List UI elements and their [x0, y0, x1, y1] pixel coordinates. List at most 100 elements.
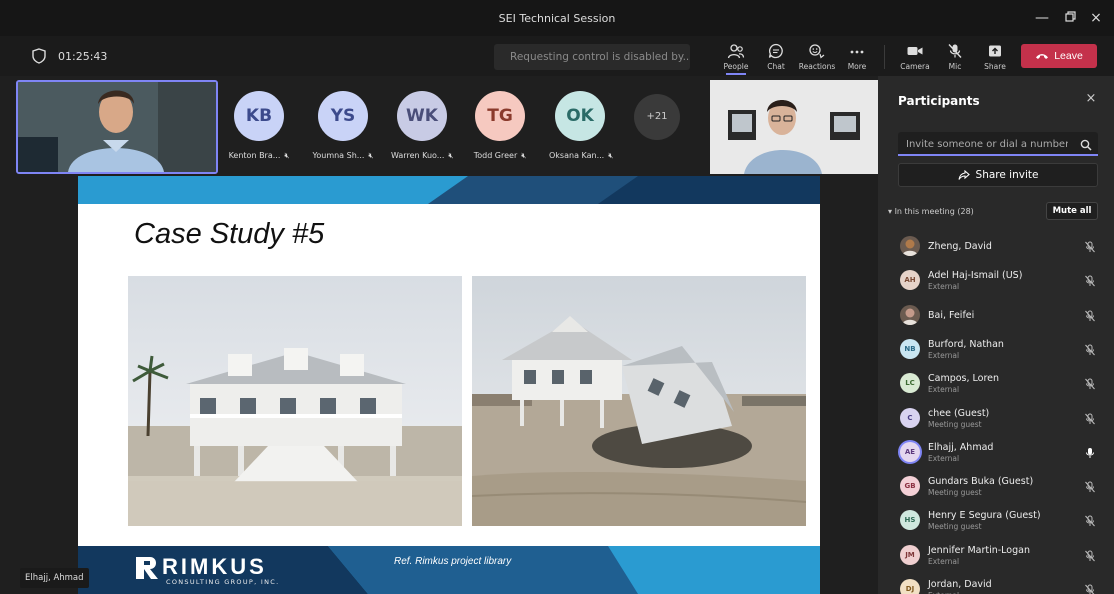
participant-role: Meeting guest — [928, 488, 982, 498]
mic-off-icon — [1084, 410, 1096, 429]
share-invite-button[interactable]: Share invite — [898, 163, 1098, 187]
participant-row[interactable]: NB Burford, Nathan External — [878, 333, 1114, 367]
participant-role: External — [928, 350, 960, 360]
participant-row[interactable]: AH Adel Haj-Ismail (US) External — [878, 264, 1114, 298]
participant-row[interactable]: HS Henry E Segura (Guest) Meeting guest — [878, 504, 1114, 538]
share-button[interactable]: Share — [975, 40, 1015, 74]
toolbar-divider — [884, 45, 885, 69]
mic-on-icon — [1084, 444, 1096, 463]
speaker-video-tile[interactable] — [710, 80, 878, 174]
leave-label: Leave — [1054, 50, 1083, 62]
participant-role: External — [928, 282, 960, 292]
maximize-button[interactable] — [1060, 8, 1080, 28]
avatar: JM — [900, 544, 920, 565]
mic-off-icon — [1084, 547, 1096, 566]
close-panel-button[interactable]: × — [1082, 90, 1100, 108]
participant-name: Bai, Feifei — [928, 309, 975, 321]
participants-panel: Participants × Share invite ▾ In this me… — [878, 76, 1114, 594]
in-meeting-header[interactable]: ▾ In this meeting (28) — [888, 207, 974, 216]
speaker-video-image — [710, 80, 878, 174]
mic-off-icon — [1084, 238, 1096, 257]
mic-off-icon — [1084, 478, 1096, 497]
minimize-button[interactable]: — — [1032, 8, 1052, 28]
participant-role: External — [928, 556, 960, 566]
more-participants-button[interactable]: +21 — [634, 94, 680, 140]
in-meeting-label: In this meeting (28) — [894, 207, 974, 216]
rimkus-logo-text: RIMKUS — [162, 554, 267, 579]
self-video-image — [18, 82, 216, 172]
chat-icon — [768, 43, 783, 59]
avatar: DJ — [900, 579, 920, 594]
participant-row[interactable]: Bai, Feifei — [878, 299, 1114, 333]
participant-tile[interactable]: WK Warren Kuo... 🔇︎ — [391, 91, 453, 161]
participant-tile-name: Warren Kuo... 🔇︎ — [391, 151, 453, 161]
leave-button[interactable]: Leave — [1021, 44, 1097, 68]
participant-name: Jordan, David — [928, 579, 992, 590]
participant-name: Elhajj, Ahmad — [928, 441, 994, 453]
reactions-label: Reactions — [798, 62, 836, 71]
damaged-house-photo-1 — [128, 276, 462, 526]
avatar — [900, 304, 920, 325]
participant-name: Campos, Loren — [928, 373, 1000, 385]
slide-title: Case Study #5 — [134, 218, 325, 250]
mic-off-icon: 🔇︎ — [521, 151, 527, 160]
share-tray-icon — [989, 45, 1001, 57]
self-video-tile[interactable] — [16, 80, 218, 174]
shared-slide: Case Study #5 RIMKUS CONSULTING GROUP, I… — [78, 176, 820, 594]
participant-tile[interactable]: TG Todd Greer 🔇︎ — [469, 91, 531, 161]
participant-role: External — [928, 453, 960, 463]
participant-row[interactable]: AE Elhajj, Ahmad External — [878, 436, 1114, 470]
more-button[interactable]: More — [837, 40, 877, 74]
avatar: AH — [900, 270, 920, 291]
invite-input[interactable] — [898, 133, 1068, 156]
participant-tile-name: Kenton Bra... 🔇︎ — [228, 151, 290, 161]
teams-meeting-window: SEI Technical Session — × 01:25:43 Reque… — [0, 0, 1114, 594]
camera-label: Camera — [900, 62, 930, 71]
avatar: YS — [318, 91, 368, 141]
participant-row[interactable]: JM Jennifer Martin-Logan External — [878, 539, 1114, 573]
chevron-down-icon: ▾ — [888, 207, 893, 216]
avatar: GB — [900, 476, 920, 497]
mic-button[interactable]: Mic — [935, 40, 975, 74]
mic-off-icon — [948, 44, 962, 58]
mic-off-icon — [1084, 307, 1096, 326]
avatar: NB — [900, 338, 920, 359]
close-window-button[interactable]: × — [1086, 8, 1106, 28]
mic-off-icon: 🔇︎ — [284, 151, 290, 160]
tile-name-text: Warren Kuo... — [391, 151, 445, 160]
avatar — [900, 236, 920, 256]
mute-all-button[interactable]: Mute all — [1046, 202, 1098, 220]
participant-name: chee (Guest) — [928, 407, 990, 419]
slide-reference: Ref. Rimkus project library — [394, 556, 512, 567]
avatar: LC — [900, 373, 920, 394]
tile-name-text: Oksana Kan... — [549, 151, 605, 160]
participant-tile-name: Todd Greer 🔇︎ — [469, 151, 531, 161]
participant-tile[interactable]: KB Kenton Bra... 🔇︎ — [228, 91, 290, 161]
mic-off-icon: 🔇︎ — [368, 151, 374, 160]
participant-row[interactable]: Cchee (Guest) Meeting guest — [878, 402, 1114, 436]
people-button[interactable]: People — [716, 40, 756, 75]
participant-tile[interactable]: YS Youmna Sh... 🔇︎ — [312, 91, 374, 161]
more-label: More — [847, 62, 867, 71]
chat-button[interactable]: Chat — [756, 40, 796, 74]
invite-field[interactable] — [898, 132, 1098, 156]
mic-off-icon — [1084, 512, 1096, 531]
participant-tile[interactable]: OK Oksana Kan... 🔇︎ — [549, 91, 613, 161]
people-icon — [727, 44, 745, 59]
search-icon[interactable] — [1080, 136, 1092, 155]
avatar: KB — [234, 91, 284, 141]
participant-row[interactable]: LC Campos, Loren External — [878, 367, 1114, 401]
mic-off-icon — [1084, 272, 1096, 291]
share-label: Share — [984, 62, 1006, 71]
camera-button[interactable]: Camera — [895, 40, 935, 74]
participant-tile-name: Oksana Kan... 🔇︎ — [549, 151, 613, 161]
participant-row[interactable]: GB Gundars Buka (Guest) Meeting guest — [878, 470, 1114, 504]
request-control-button[interactable]: Requesting control is disabled by... — [494, 44, 690, 70]
tile-name-text: Youmna Sh... — [312, 151, 365, 160]
avatar: AE — [900, 441, 920, 462]
participant-row[interactable]: Zheng, David — [878, 230, 1114, 264]
reactions-button[interactable]: Reactions — [797, 40, 837, 74]
participant-row[interactable]: DJJordan, DavidExternal — [878, 573, 1114, 594]
camera-icon — [907, 47, 923, 55]
avatar: OK — [555, 91, 605, 141]
